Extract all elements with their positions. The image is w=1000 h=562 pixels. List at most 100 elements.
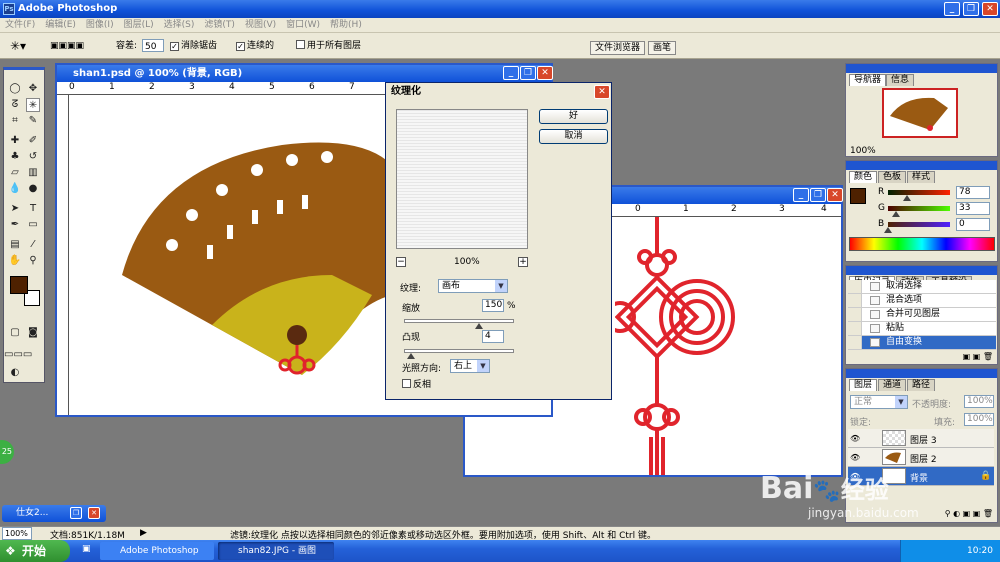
r-slider-thumb[interactable] [902,195,911,201]
scale-input[interactable]: 150 [482,299,504,312]
eye-icon[interactable]: 👁 [850,434,860,443]
eye-icon[interactable]: 👁 [850,453,860,462]
invert-checkbox[interactable]: 反相 [402,377,431,390]
relief-slider[interactable] [404,349,514,359]
eyedropper-tool-icon[interactable]: ⁄ [26,238,40,252]
move-tool-icon[interactable]: ✥ [26,82,40,96]
history-checkbox[interactable] [848,294,862,307]
b-input[interactable]: 0 [956,218,990,231]
layer-row[interactable]: 👁 图层 2 [848,448,994,467]
navigator-thumbnail[interactable] [882,88,958,138]
slice-tool-icon[interactable]: ✎ [26,114,40,128]
lasso-tool-icon[interactable]: ᘔ [8,98,22,112]
dialog-close-button[interactable]: ✕ [594,85,610,99]
menu-view[interactable]: 视图(V) [240,18,281,33]
b-slider-thumb[interactable] [884,227,892,233]
notification-badge[interactable]: 25 [0,440,14,464]
tab-layers[interactable]: 图层 [849,379,878,391]
zoom-tool-icon[interactable]: ⚲ [26,254,40,268]
tab-swatches[interactable]: 色板 [878,171,907,183]
tab-channels[interactable]: 通道 [878,379,907,391]
tab-brushes[interactable]: 画笔 [648,41,677,55]
type-tool-icon[interactable]: T [26,202,40,216]
status-arrow-icon[interactable]: ▶ [140,528,147,538]
quickmask-mode-icon[interactable]: ◙ [26,326,40,340]
doc2-close-button[interactable]: ✕ [827,188,843,202]
layer-row[interactable]: 👁 图层 3 [848,429,994,448]
notes-tool-icon[interactable]: ▤ [8,238,22,252]
shape-tool-icon[interactable]: ▭ [26,218,40,232]
menu-layer[interactable]: 图层(L) [119,18,159,33]
r-input[interactable]: 78 [956,186,990,199]
menu-edit[interactable]: 编辑(E) [40,18,81,33]
history-checkbox[interactable] [848,280,862,293]
imageready-icon[interactable]: ◐ [8,366,22,380]
history-item[interactable]: 粘贴 [848,322,996,336]
history-item[interactable]: 合并可见图层 [848,308,996,322]
blur-tool-icon[interactable]: 💧 [8,182,22,196]
stamp-tool-icon[interactable]: ♣ [8,150,22,164]
start-button[interactable]: ❖ 开始 [0,540,70,562]
doc1-restore-button[interactable]: ❐ [520,66,536,80]
menu-help[interactable]: 帮助(H) [325,18,367,33]
restore-button[interactable]: ❐ [70,507,82,519]
minimized-document[interactable]: 仕女2... ❐ ✕ [2,505,106,522]
screen-mode-icons[interactable]: ▭▭▭ [4,348,32,362]
brush-tool-icon[interactable]: ✐ [26,134,40,148]
menu-file[interactable]: 文件(F) [0,18,40,33]
menu-window[interactable]: 窗口(W) [281,18,325,33]
close-button[interactable]: ✕ [88,507,100,519]
healing-brush-icon[interactable]: ✚ [8,134,22,148]
g-slider[interactable] [888,206,950,217]
tab-navigator[interactable]: 导航器 [849,74,887,86]
tab-styles[interactable]: 样式 [907,171,936,183]
blend-mode-select[interactable]: 正常 ▼ [850,395,908,409]
marquee-tool-icon[interactable]: ◯ [8,82,22,96]
standard-mode-icon[interactable]: ▢ [8,326,22,340]
contiguous-checkbox[interactable]: ✓ 连续的 [236,39,274,53]
history-checkbox[interactable] [848,308,862,321]
relief-input[interactable]: 4 [482,330,504,343]
doc1-close-button[interactable]: ✕ [537,66,553,80]
b-slider[interactable] [884,222,950,233]
doc2-minimize-button[interactable]: _ [793,188,809,202]
relief-slider-thumb[interactable] [407,353,415,359]
light-direction-select[interactable]: 右上 ▼ [450,359,490,373]
close-button[interactable]: ✕ [982,2,998,16]
color-foreground-swatch[interactable] [850,188,866,204]
minimize-button[interactable]: _ [944,2,960,16]
zoom-in-button[interactable]: + [518,257,528,267]
status-zoom-input[interactable]: 100% [2,527,32,540]
antialias-checkbox[interactable]: ✓ 消除锯齿 [170,39,217,53]
magic-wand-icon[interactable]: ✳▾ [10,39,26,53]
doc2-restore-button[interactable]: ❐ [810,188,826,202]
g-input[interactable]: 33 [956,202,990,215]
menu-image[interactable]: 图像(I) [81,18,119,33]
dodge-tool-icon[interactable]: ● [26,182,40,196]
history-footer-icons[interactable]: ▣ ▣ 🗑 [846,352,997,364]
scale-slider[interactable] [404,319,514,329]
gradient-tool-icon[interactable]: ▥ [26,166,40,180]
history-brush-icon[interactable]: ↺ [26,150,40,164]
r-slider[interactable] [888,190,950,201]
g-slider-thumb[interactable] [892,211,901,217]
cancel-button[interactable]: 取消 [539,129,608,144]
quicklaunch-icon[interactable]: ▣ [82,544,91,554]
foreground-color-swatch[interactable] [10,276,28,294]
zoom-out-button[interactable]: − [396,257,406,267]
menu-filter[interactable]: 滤镜(T) [199,18,240,33]
eraser-tool-icon[interactable]: ▱ [8,166,22,180]
history-checkbox[interactable] [848,322,862,335]
tab-file-browser[interactable]: 文件浏览器 [590,41,646,55]
task-photoshop[interactable]: Adobe Photoshop [100,542,214,560]
opacity-input[interactable]: 100% [964,395,994,408]
tab-color[interactable]: 颜色 [849,171,878,183]
menu-select[interactable]: 选择(S) [159,18,200,33]
history-item-selected[interactable]: 自由变换 [848,336,996,350]
tab-paths[interactable]: 路径 [907,379,936,391]
scale-slider-thumb[interactable] [475,323,483,329]
pen-tool-icon[interactable]: ✒ [8,218,22,232]
crop-tool-icon[interactable]: ⌗ [8,114,22,128]
color-spectrum-bar[interactable] [849,237,995,251]
task-paint[interactable]: shan82.JPG - 画图 [218,542,334,560]
